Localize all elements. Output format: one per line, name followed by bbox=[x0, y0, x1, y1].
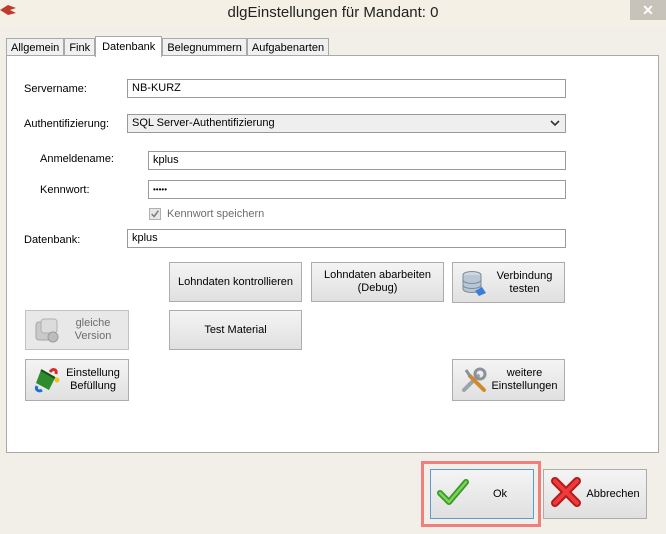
abbrechen-label: Abbrechen bbox=[586, 488, 640, 500]
close-icon: ✕ bbox=[642, 1, 654, 18]
einstellung-befuellung-button[interactable]: Einstellung Befüllung bbox=[25, 359, 129, 401]
verbindung-testen-label: Verbindung testen bbox=[496, 269, 553, 295]
database-input[interactable]: kplus bbox=[127, 229, 566, 248]
title-bar: dlgEinstellungen für Mandant: 0 ✕ bbox=[0, 0, 666, 26]
tab-strip: Allgemein Fink Datenbank Belegnummern Au… bbox=[6, 36, 330, 57]
lohndaten-kontrollieren-button[interactable]: Lohndaten kontrollieren bbox=[169, 262, 302, 302]
tab-datenbank[interactable]: Datenbank bbox=[95, 36, 163, 57]
verbindung-testen-button[interactable]: Verbindung testen bbox=[452, 262, 565, 303]
tab-fink[interactable]: Fink bbox=[64, 38, 96, 56]
close-window-button[interactable]: ✕ bbox=[630, 0, 666, 20]
login-input[interactable]: kplus bbox=[148, 151, 566, 170]
paint-bucket-icon bbox=[35, 368, 60, 393]
tab-belegnummern[interactable]: Belegnummern bbox=[162, 38, 247, 56]
password-input[interactable]: ••••• bbox=[148, 180, 566, 199]
tab-aufgabenarten[interactable]: Aufgabenarten bbox=[246, 38, 330, 56]
servername-label: Servername: bbox=[24, 83, 87, 95]
database-connection-icon bbox=[462, 270, 486, 296]
gleiche-version-button[interactable]: gleiche Version bbox=[25, 310, 129, 350]
password-label: Kennwort: bbox=[40, 184, 90, 196]
auth-label: Authentifizierung: bbox=[24, 118, 109, 130]
servername-input[interactable]: NB-KURZ bbox=[127, 79, 566, 98]
abbrechen-button[interactable]: Abbrechen bbox=[543, 469, 647, 519]
tab-allgemein[interactable]: Allgemein bbox=[6, 38, 65, 56]
einstellung-befuellung-label: Einstellung Befüllung bbox=[66, 367, 120, 392]
auth-select-value: SQL Server-Authentifizierung bbox=[132, 117, 275, 129]
test-material-button[interactable]: Test Material bbox=[169, 310, 302, 350]
save-password-label: Kennwort speichern bbox=[167, 208, 265, 220]
window-title: dlgEinstellungen für Mandant: 0 bbox=[227, 4, 439, 21]
cancel-x-icon bbox=[551, 477, 581, 507]
weitere-einstellungen-label: weitere Einstellungen bbox=[491, 367, 558, 392]
auth-select[interactable]: SQL Server-Authentifizierung bbox=[127, 114, 566, 133]
lohndaten-abarbeiten-button[interactable]: Lohndaten abarbeiten (Debug) bbox=[311, 262, 444, 302]
tools-icon bbox=[462, 367, 487, 392]
gleiche-version-label: gleiche Version bbox=[74, 317, 112, 342]
checkmark-icon bbox=[151, 210, 159, 218]
weitere-einstellungen-button[interactable]: weitere Einstellungen bbox=[452, 359, 565, 401]
chevron-down-icon bbox=[550, 120, 560, 127]
login-label: Anmeldename: bbox=[40, 153, 114, 165]
database-copy-icon bbox=[35, 318, 59, 343]
tab-panel-datenbank: Servername: NB-KURZ Authentifizierung: S… bbox=[6, 55, 659, 453]
database-label: Datenbank: bbox=[24, 234, 81, 246]
ok-button-highlight bbox=[421, 461, 541, 527]
save-password-checkbox[interactable] bbox=[149, 208, 161, 220]
